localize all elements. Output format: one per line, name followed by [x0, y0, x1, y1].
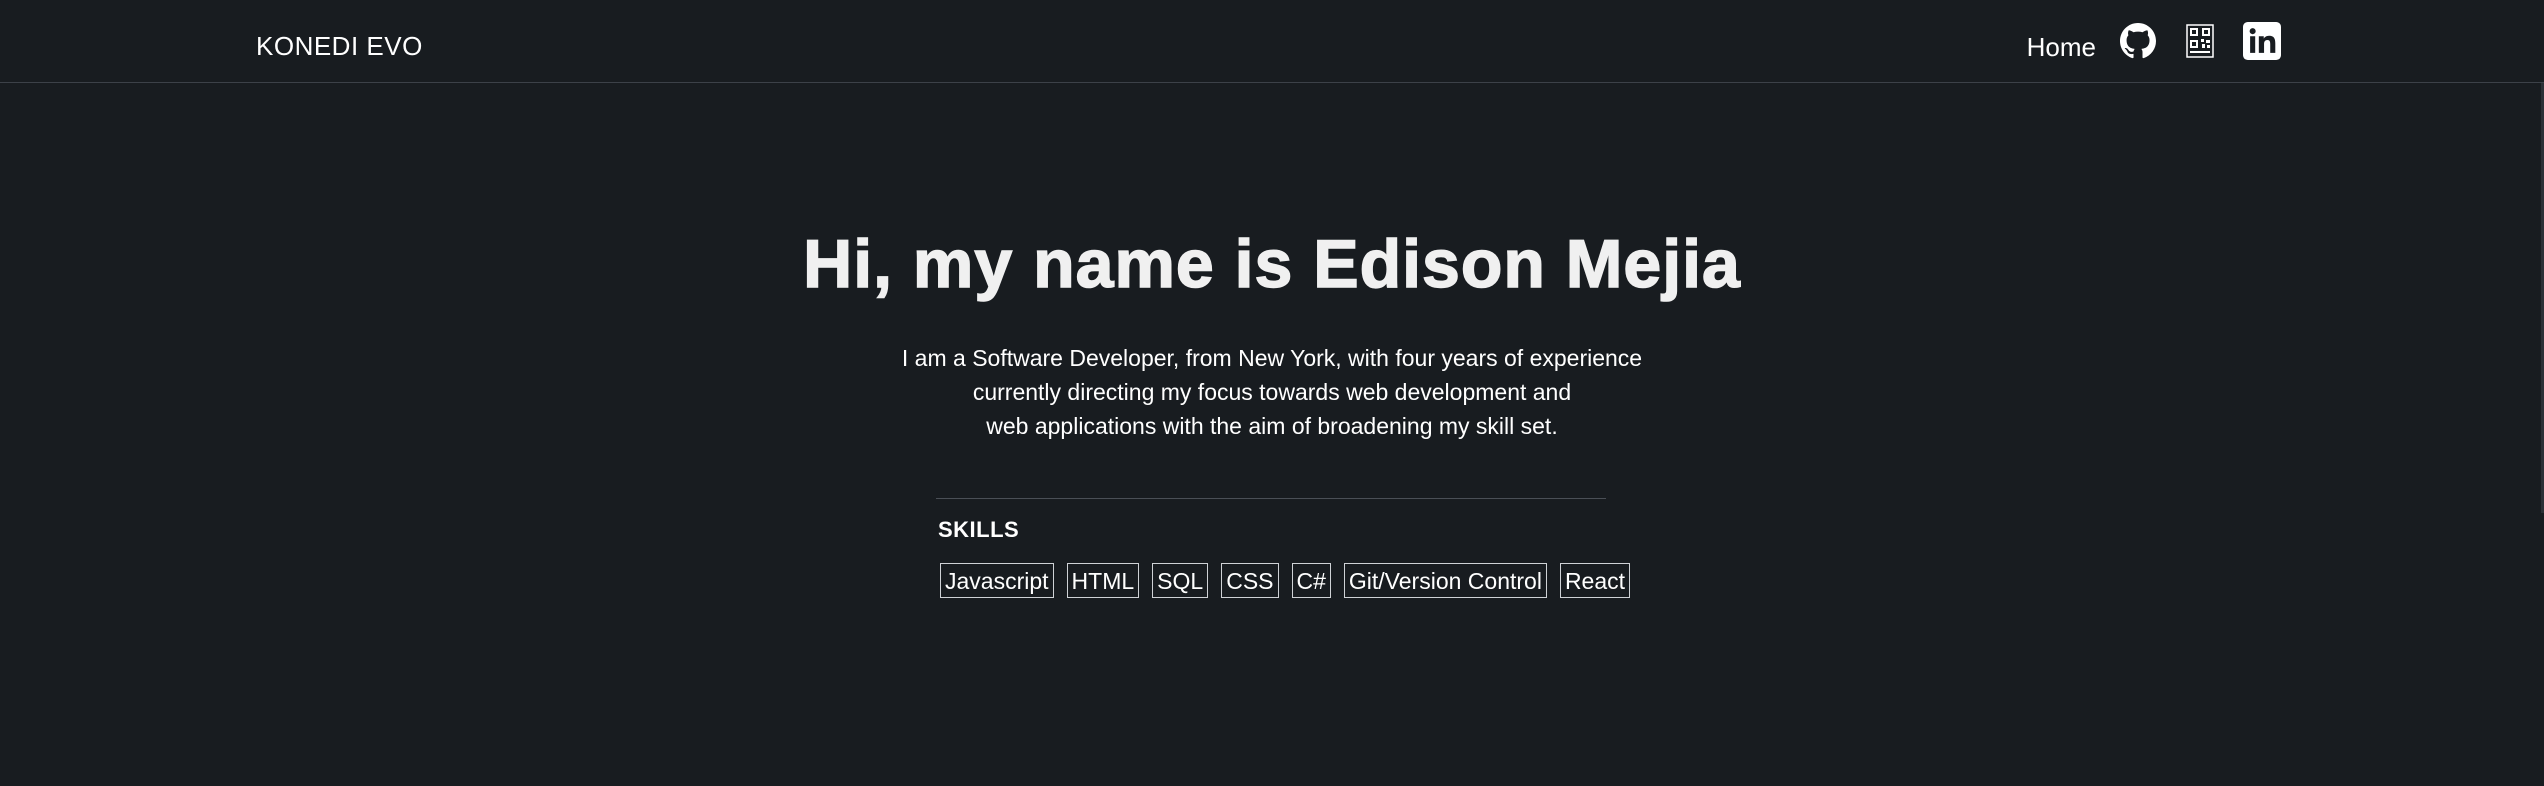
intro-paragraph: I am a Software Developer, from New York…	[0, 341, 2544, 443]
hero-heading: Hi, my name is Edison Mejia	[802, 225, 1741, 303]
skill-tag: SQL	[1152, 563, 1209, 598]
skill-tag: React	[1559, 563, 1631, 598]
nav-links: Home	[2027, 18, 2282, 63]
intro-line: currently directing my focus towards web…	[972, 379, 1572, 405]
qr-code-icon[interactable]	[2180, 21, 2220, 61]
intro-line: I am a Software Developer, from New York…	[901, 345, 1643, 371]
skill-tag: Javascript	[940, 563, 1054, 598]
skill-tag: Git/Version Control	[1343, 563, 1547, 598]
intro-line: web applications with the aim of broaden…	[986, 413, 1558, 439]
skills-section: SKILLS Javascript HTML SQL CSS C# Git/Ve…	[936, 498, 1631, 598]
skill-tag: CSS	[1221, 563, 1279, 598]
skill-tag: C#	[1291, 563, 1331, 598]
hero-section: Hi, my name is Edison Mejia I am a Softw…	[0, 225, 2544, 443]
linkedin-icon[interactable]	[2242, 21, 2282, 61]
skills-tag-list: Javascript HTML SQL CSS C# Git/Version C…	[940, 563, 1631, 598]
brand-logo-text[interactable]: KONEDI EVO	[256, 31, 423, 62]
github-icon[interactable]	[2118, 21, 2158, 61]
top-navbar: KONEDI EVO Home	[0, 0, 2544, 83]
skill-tag: HTML	[1066, 563, 1140, 598]
nav-home-link[interactable]: Home	[2027, 32, 2096, 63]
skills-title: SKILLS	[938, 517, 1020, 542]
